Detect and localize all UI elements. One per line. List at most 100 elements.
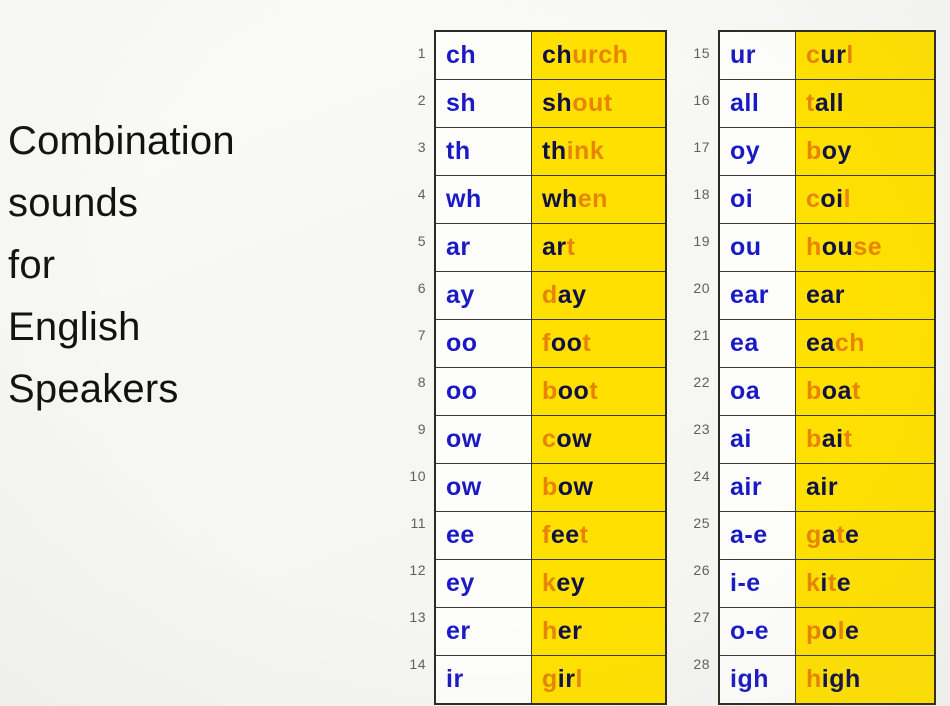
sound-key-cell: ow <box>434 463 532 512</box>
table-row: ai bait <box>718 415 936 464</box>
example-word-cell: pole <box>795 607 936 656</box>
word-segment-dark: ur <box>820 41 847 69</box>
table-row: oo boot <box>434 367 667 416</box>
poster-page: Combination sounds for English Speakers … <box>0 0 950 706</box>
word-segment-accent: c <box>806 41 821 69</box>
table-row: er her <box>434 607 667 656</box>
sound-key-cell: oy <box>718 127 796 176</box>
word-segment-dark: ear <box>806 281 846 309</box>
table-row: ay day <box>434 271 667 320</box>
word-segment-accent: urch <box>572 41 629 69</box>
word-segment-accent: t <box>566 233 576 261</box>
word-segment-accent: t <box>836 521 846 549</box>
word-segment-accent: b <box>542 473 558 501</box>
table-row: ow bow <box>434 463 667 512</box>
word-segment-accent: ink <box>566 137 605 165</box>
word-segment-dark: th <box>542 137 567 165</box>
word-segment-accent: l <box>846 41 854 69</box>
word-segment-dark: wh <box>542 185 578 213</box>
table-row: sh shout <box>434 79 667 128</box>
word-segment-dark: a <box>821 521 837 549</box>
row-number: 10 <box>409 468 426 484</box>
table-row: ee feet <box>434 511 667 560</box>
word-segment-accent: t <box>579 521 589 549</box>
word-segment-dark: ea <box>806 329 835 357</box>
title-line-1: Combination <box>8 119 235 163</box>
sounds-table-right: ur curl all tall oy boy oi coil ou house ear ear ea e… <box>718 30 936 705</box>
example-word-cell: kite <box>795 559 936 608</box>
word-segment-accent: l <box>575 665 583 693</box>
word-segment-accent: t <box>851 377 861 405</box>
example-word-cell: shout <box>531 79 667 128</box>
word-segment-accent: out <box>572 89 613 117</box>
word-segment-dark: o <box>821 617 838 645</box>
example-word-cell: curl <box>795 30 936 80</box>
example-word-cell: bow <box>531 463 667 512</box>
title-line-5: Speakers <box>8 367 179 411</box>
example-word-cell: bait <box>795 415 936 464</box>
word-segment-accent: k <box>542 569 557 597</box>
word-segment-accent: t <box>827 569 837 597</box>
row-number: 13 <box>409 609 426 625</box>
row-number-column-right: 15 16 17 18 19 20 21 22 23 24 25 26 27 28 <box>672 30 718 688</box>
example-word-cell: house <box>795 223 936 272</box>
word-segment-dark: ch <box>542 41 573 69</box>
sound-key-cell: o-e <box>718 607 796 656</box>
sound-key-cell: i-e <box>718 559 796 608</box>
word-segment-accent: l <box>837 617 846 645</box>
word-segment-accent: b <box>806 425 822 453</box>
word-segment-dark: sh <box>542 89 573 117</box>
sound-key-cell: ey <box>434 559 532 608</box>
sound-key-cell: a-e <box>718 511 796 560</box>
sound-key-cell: ai <box>718 415 796 464</box>
word-segment-dark: oo <box>550 329 583 357</box>
word-segment-accent: f <box>542 521 551 549</box>
table-row: air air <box>718 463 936 512</box>
word-segment-dark: oo <box>557 377 590 405</box>
example-word-cell: tall <box>795 79 936 128</box>
page-title: Combination sounds for English Speakers <box>8 110 338 420</box>
word-segment-accent: f <box>542 329 551 357</box>
word-segment-dark: oy <box>821 137 852 165</box>
row-number: 28 <box>693 656 710 672</box>
table-row: ou house <box>718 223 936 272</box>
word-segment-dark: air <box>806 473 839 501</box>
word-segment-accent: en <box>577 185 608 213</box>
example-word-cell: cow <box>531 415 667 464</box>
sound-key-cell: ch <box>434 30 532 80</box>
sound-key-cell: th <box>434 127 532 176</box>
word-segment-accent: ch <box>834 329 865 357</box>
word-segment-accent: t <box>806 89 815 117</box>
row-number: 6 <box>417 280 426 296</box>
word-segment-accent: k <box>806 569 821 597</box>
row-number: 2 <box>417 92 426 108</box>
word-segment-dark: ou <box>821 233 854 261</box>
example-word-cell: each <box>795 319 936 368</box>
example-word-cell: boot <box>531 367 667 416</box>
example-word-cell: boy <box>795 127 936 176</box>
word-segment-dark: ir <box>557 665 576 693</box>
word-segment-accent: b <box>806 137 822 165</box>
sound-key-cell: igh <box>718 655 796 705</box>
sound-key-cell: ee <box>434 511 532 560</box>
row-number: 11 <box>410 515 426 531</box>
example-word-cell: day <box>531 271 667 320</box>
example-word-cell: church <box>531 30 667 80</box>
title-line-2: sounds <box>8 181 139 225</box>
table-row: all tall <box>718 79 936 128</box>
table-row: oa boat <box>718 367 936 416</box>
word-segment-accent: h <box>806 233 822 261</box>
word-segment-dark: ey <box>556 569 586 597</box>
example-word-cell: gate <box>795 511 936 560</box>
sounds-group-right: 15 16 17 18 19 20 21 22 23 24 25 26 27 28 ur curl all ta… <box>672 30 936 705</box>
example-word-cell: art <box>531 223 667 272</box>
row-number: 7 <box>417 327 426 343</box>
sound-key-cell: ar <box>434 223 532 272</box>
row-number: 21 <box>693 327 710 343</box>
word-segment-accent: h <box>542 617 558 645</box>
table-row: ow cow <box>434 415 667 464</box>
word-segment-accent: d <box>542 281 558 309</box>
row-number: 8 <box>417 374 426 390</box>
row-number: 15 <box>693 45 710 61</box>
sound-key-cell: oo <box>434 367 532 416</box>
